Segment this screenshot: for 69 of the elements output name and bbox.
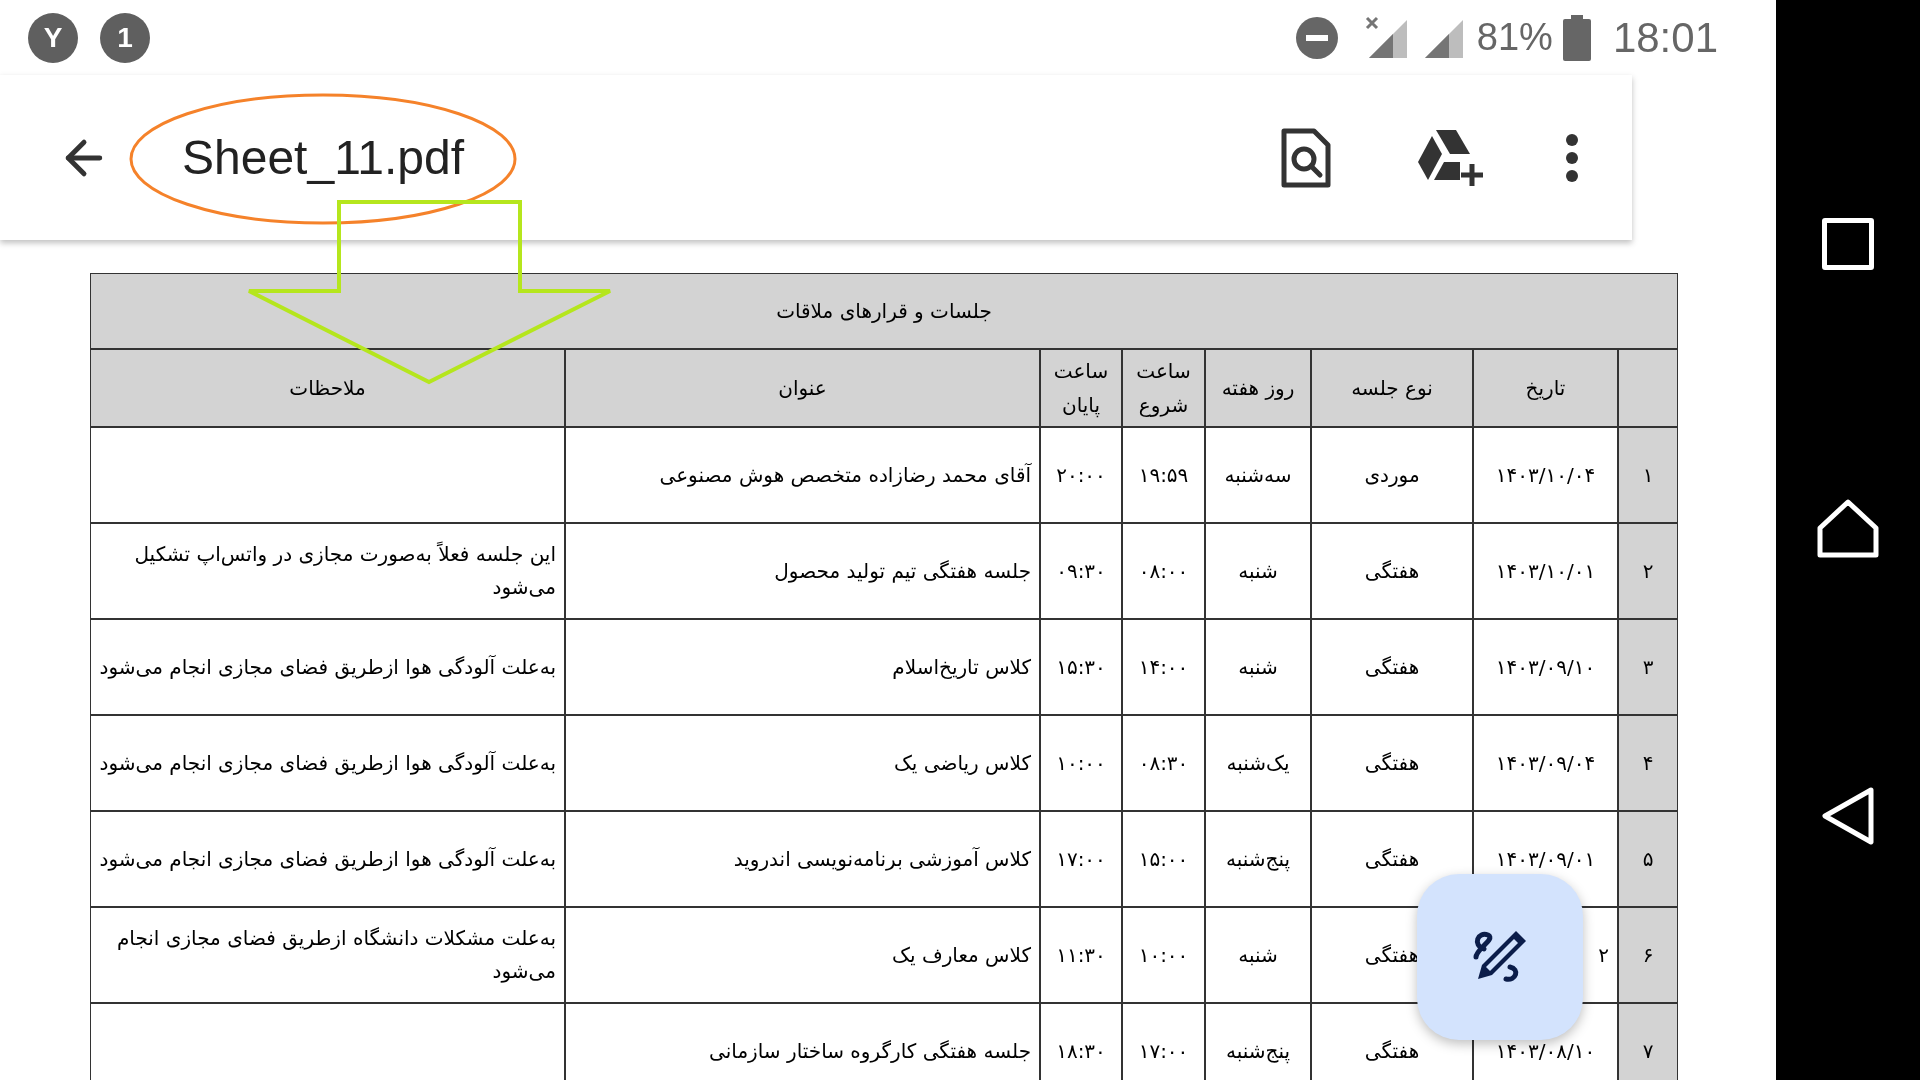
table-cell: شنبه (1206, 524, 1310, 618)
table-cell: جلسه هفتگی تیم تولید محصول (566, 524, 1039, 618)
table-cell: ۱۵:۰۰ (1123, 812, 1204, 906)
annotate-button[interactable] (1417, 874, 1583, 1040)
table-cell: پنج‌شنبه (1206, 812, 1310, 906)
table-title: جلسات و قرارهای ملاقات (91, 274, 1677, 348)
notification-badge: Y (28, 12, 78, 63)
table-cell: یک‌شنبه (1206, 716, 1310, 810)
table-cell: ۱۰:۰۰ (1041, 716, 1121, 810)
table-cell: موردی (1312, 428, 1472, 522)
column-header: روز هفته (1206, 350, 1310, 426)
table-cell: کلاس آموزشی برنامه‌نویسی اندروید (566, 812, 1039, 906)
row-number: ۳ (1619, 620, 1677, 714)
row-number: ۶ (1619, 908, 1677, 1002)
table-cell: ۱۸:۳۰ (1041, 1004, 1121, 1080)
row-number: ۴ (1619, 716, 1677, 810)
row-number: ۱ (1619, 428, 1677, 522)
do-not-disturb-icon (1294, 15, 1339, 60)
table-cell: به‌علت آلودگی هوا ازطریق فضای مجازی انجام می‌شود (91, 812, 564, 906)
table-cell: ۱۴۰۳/۰۹/۰۴ (1474, 716, 1617, 810)
table-cell: ۱۹:۵۹ (1123, 428, 1204, 522)
table-cell: ۱۴۰۳/۱۰/۰۴ (1474, 428, 1617, 522)
table-cell: به‌علت آلودگی هوا ازطریق فضای مجازی انجام می‌شود (91, 716, 564, 810)
table-cell: ۱۰:۰۰ (1123, 908, 1204, 1002)
table-cell: پنج‌شنبه (1206, 1004, 1310, 1080)
table-cell: ۱۴:۰۰ (1123, 620, 1204, 714)
table-cell: کلاس معارف یک (566, 908, 1039, 1002)
battery-icon (1562, 14, 1591, 61)
table-cell: ۱۴۰۳/۰۹/۱۰ (1474, 620, 1617, 714)
table-cell: به‌علت مشکلات دانشگاه ازطریق فضای مجازی انجام می‌شود (91, 908, 564, 1002)
table-cell: ۰۸:۳۰ (1123, 716, 1204, 810)
row-number: ۵ (1619, 812, 1677, 906)
column-header: نوع جلسه (1312, 350, 1472, 426)
table-cell: ۱۱:۳۰ (1041, 908, 1121, 1002)
table-cell: ۰۹:۳۰ (1041, 524, 1121, 618)
table-cell: هفتگی (1312, 524, 1472, 618)
back-nav-button[interactable] (1821, 786, 1875, 846)
document-title: Sheet_11.pdf (182, 129, 465, 186)
table-cell: این جلسه فعلاً به‌صورت مجازی در واتس‌اپ تشکیل می‌شود (91, 524, 564, 618)
table-cell: ۱۴۰۳/۱۰/۰۱ (1474, 524, 1617, 618)
table-cell: ۱۷:۰۰ (1041, 812, 1121, 906)
column-header: تاریخ (1474, 350, 1617, 426)
table-cell: ۱۷:۰۰ (1123, 1004, 1204, 1080)
table-cell: جلسه هفتگی کارگروه ساختار سازمانی (566, 1004, 1039, 1080)
table-cell: به‌علت آلودگی هوا ازطریق فضای مجازی انجام می‌شود (91, 620, 564, 714)
column-header: ساعت شروع (1123, 350, 1204, 426)
more-icon (1566, 133, 1578, 182)
table-cell: آقای محمد رضازاده متخصص هوش مصنوعی (566, 428, 1039, 522)
table-cell: کلاس ریاضی یک (566, 716, 1039, 810)
table-cell: هفتگی (1312, 716, 1472, 810)
battery-percent: 81% (1476, 15, 1553, 60)
table-cell: سه‌شنبه (1206, 428, 1310, 522)
row-number: ۷ (1619, 1004, 1677, 1080)
table-cell: کلاس تاریخ‌اسلام (566, 620, 1039, 714)
table-cell: ۱۵:۳۰ (1041, 620, 1121, 714)
table-cell: هفتگی (1312, 620, 1472, 714)
row-number: ۲ (1619, 524, 1677, 618)
clock: 18:01 (1612, 13, 1718, 63)
table-cell: شنبه (1206, 620, 1310, 714)
column-header: ساعت پایان (1041, 350, 1121, 426)
recent-apps-button[interactable] (1822, 218, 1874, 270)
table-cell: ۲۰:۰۰ (1041, 428, 1121, 522)
notification-count: 1 (100, 12, 150, 63)
column-header: عنوان (566, 350, 1039, 426)
add-to-drive-button[interactable] (1416, 127, 1486, 188)
table-cell: شنبه (1206, 908, 1310, 1002)
home-button[interactable] (1816, 498, 1880, 558)
table-cell: ۰۸:۰۰ (1123, 524, 1204, 618)
column-header: ملاحظات (91, 350, 564, 426)
